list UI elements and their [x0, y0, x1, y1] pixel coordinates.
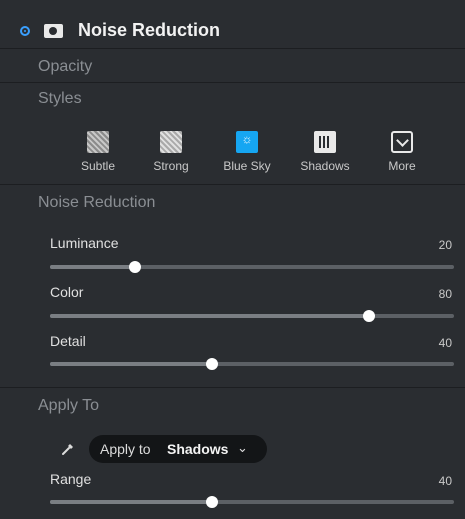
detail-label: Detail — [50, 333, 86, 349]
apply-to-dropdown[interactable]: Apply to Shadows ⌄ — [89, 435, 267, 463]
divider — [0, 82, 465, 83]
divider — [0, 48, 465, 49]
subtle-icon — [87, 131, 109, 153]
style-button-strong[interactable]: Strong — [136, 131, 206, 173]
section-opacity[interactable]: Opacity — [38, 58, 92, 76]
detail-slider[interactable] — [50, 358, 454, 370]
slider-thumb[interactable] — [205, 358, 218, 370]
slider-thumb[interactable] — [205, 496, 218, 508]
apply-to-value: Shadows — [167, 441, 229, 457]
more-chevron-icon — [391, 131, 413, 153]
color-slider[interactable] — [50, 310, 454, 322]
style-label: Blue Sky — [223, 159, 271, 173]
noise-reduction-panel: Noise Reduction Opacity Styles Subtle St… — [0, 0, 465, 519]
slider-fill — [50, 314, 370, 318]
style-label: Strong — [153, 159, 189, 173]
style-button-shadows[interactable]: Shadows — [290, 131, 360, 173]
section-noise-reduction[interactable]: Noise Reduction — [38, 194, 155, 212]
range-label: Range — [50, 471, 92, 487]
style-button-blue-sky[interactable]: Blue Sky — [212, 131, 282, 173]
range-slider[interactable] — [50, 496, 454, 508]
luminance-value[interactable]: 20 — [439, 238, 452, 252]
panel-title: Noise Reduction — [78, 20, 221, 40]
detail-value[interactable]: 40 — [439, 336, 452, 350]
chevron-down-icon: ⌄ — [237, 440, 248, 455]
divider — [0, 387, 465, 388]
luminance-label: Luminance — [50, 235, 119, 251]
panel-header[interactable]: Noise Reduction — [0, 0, 465, 48]
style-label: Subtle — [80, 159, 116, 173]
radio-enabled-icon[interactable] — [20, 26, 30, 36]
divider — [0, 184, 465, 185]
camera-icon — [44, 24, 63, 38]
luminance-slider[interactable] — [50, 261, 454, 273]
style-label: Shadows — [300, 159, 350, 173]
eyedropper-icon[interactable] — [60, 441, 76, 457]
strong-icon — [160, 131, 182, 153]
style-button-more[interactable]: More — [367, 131, 437, 173]
range-value[interactable]: 40 — [439, 474, 452, 488]
slider-fill — [50, 362, 212, 366]
slider-fill — [50, 500, 212, 504]
style-button-subtle[interactable]: Subtle — [63, 131, 133, 173]
apply-to-prefix: Apply to — [100, 441, 151, 457]
slider-fill — [50, 265, 135, 269]
slider-thumb[interactable] — [363, 310, 376, 322]
section-styles[interactable]: Styles — [38, 90, 82, 108]
color-label: Color — [50, 284, 84, 300]
section-apply-to[interactable]: Apply To — [38, 397, 99, 415]
blue-sky-icon — [236, 131, 258, 153]
color-value[interactable]: 80 — [439, 287, 452, 301]
style-label: More — [388, 159, 416, 173]
slider-thumb[interactable] — [128, 261, 141, 273]
shadows-icon — [314, 131, 336, 153]
